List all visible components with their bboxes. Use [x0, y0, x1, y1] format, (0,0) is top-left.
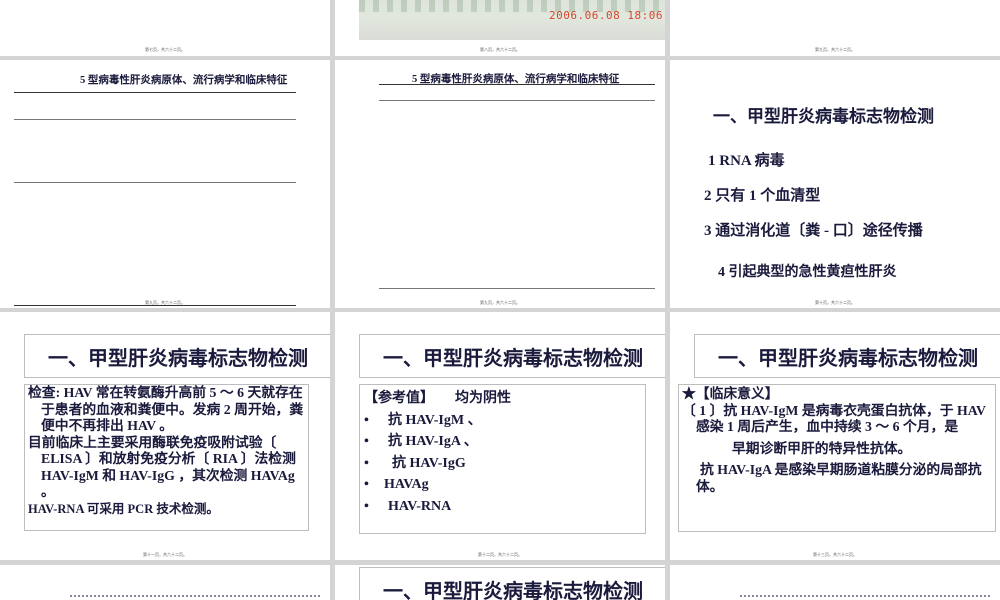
- page-number: 第九页，共六十二页。: [480, 300, 520, 305]
- slide-title: 一、甲型肝炎病毒标志物检测: [359, 334, 665, 378]
- page-number: 第九页，共六十二页。: [815, 47, 855, 52]
- list-item: • 抗 HAV-IgG: [364, 453, 645, 475]
- bullet-icon: •: [364, 455, 369, 471]
- divider: [14, 119, 296, 120]
- divider: [379, 288, 655, 289]
- slide-thumbnail[interactable]: 第九页，共六十二页。: [670, 0, 1000, 56]
- content-box: ★【临床意义】 〔 1 〕抗 HAV-IgM 是病毒衣壳蛋白抗体，于 HAV 感…: [678, 384, 996, 532]
- page-number: 第九页，共六十二页。: [145, 300, 185, 305]
- bullet-point: 2 只有 1 个血清型: [704, 188, 821, 204]
- divider: [379, 100, 655, 101]
- list-item: • 抗 HAV-IgM 、: [364, 410, 645, 432]
- bullet-icon: •: [364, 434, 369, 449]
- section-heading: ★【临床意义】: [682, 386, 779, 401]
- bullet-point: 1 RNA 病毒: [708, 153, 785, 169]
- slide-title: 一、甲型肝炎病毒标志物检测: [694, 334, 1000, 378]
- bullet-icon: •: [364, 477, 369, 492]
- paragraph: 早期诊断甲肝的特异性抗体。: [732, 440, 912, 456]
- page-number: 第八页，共六十二页。: [480, 47, 520, 52]
- slide-thumbnail[interactable]: 2006.06.08 18:06 第八页，共六十二页。: [335, 0, 665, 56]
- slide-title-cut: [740, 595, 990, 600]
- divider: [379, 84, 655, 85]
- reference-value: 均为阴性: [455, 391, 511, 406]
- slide-thumbnail[interactable]: 一、甲型肝炎病毒标志物检测: [335, 565, 665, 600]
- divider: [14, 92, 296, 93]
- page-number: 第十二页，共六十二页。: [478, 552, 522, 557]
- bullet-point: 4 引起典型的急性黄疸性肝炎: [718, 265, 897, 280]
- page-number: 第七页，共六十二页。: [145, 47, 185, 52]
- list-item: • HAVAg: [364, 474, 645, 496]
- bullet-point: 3 通过消化道〔粪 - 口〕途径传播: [704, 223, 923, 239]
- paragraph: 抗 HAV-IgA 是感染早期肠道粘膜分泌的局部抗体。: [696, 462, 982, 494]
- content-box: 检查: HAV 常在转氨酶升高前 5 ～ 6 天就存在于患者的血液和粪便中。发病…: [24, 384, 309, 531]
- bullet-icon: •: [364, 498, 369, 514]
- slide-title: 一、甲型肝炎病毒标志物检测: [713, 107, 934, 126]
- slide-thumbnail[interactable]: 第七页，共六十二页。: [0, 0, 330, 56]
- paragraph: 〔 1 〕抗 HAV-IgM 是病毒衣壳蛋白抗体，于 HAV 感染 1 周后产生…: [682, 402, 986, 435]
- page-number: 第十三页，共六十二页。: [813, 552, 857, 557]
- photo-image: 2006.06.08 18:06: [359, 0, 665, 40]
- slide-thumbnail[interactable]: 一、甲型肝炎病毒标志物检测 【参考值】 均为阴性 • 抗 HAV-IgM 、 • 抗…: [335, 312, 665, 560]
- slide-thumbnail[interactable]: [670, 565, 1000, 600]
- divider: [14, 182, 296, 183]
- paragraph: 目前临床上主要采用酶联免疫吸附试验〔 ELISA 〕和放射免疫分析〔 RIA 〕…: [28, 434, 296, 500]
- paragraph: 检查: HAV 常在转氨酶升高前 5 ～ 6 天就存在于患者的血液和粪便中。发病…: [28, 385, 304, 433]
- slide-thumbnail[interactable]: 一、甲型肝炎病毒标志物检测 ★【临床意义】 〔 1 〕抗 HAV-IgM 是病毒…: [670, 312, 1000, 560]
- slide-thumbnail[interactable]: 一、甲型肝炎病毒标志物检测 检查: HAV 常在转氨酶升高前 5 ～ 6 天就存…: [0, 312, 330, 560]
- slide-thumbnail[interactable]: 5 型病毒性肝炎病原体、流行病学和临床特征 第九页，共六十二页。: [335, 60, 665, 308]
- page-number: 第十页，共六十二页。: [815, 300, 855, 305]
- slide-title-cut: [70, 595, 320, 600]
- paragraph: HAV-RNA 可采用 PCR 技术检测。: [28, 501, 219, 516]
- slide-thumbnail[interactable]: 一、甲型肝炎病毒标志物检测 1 RNA 病毒 2 只有 1 个血清型 3 通过消…: [670, 60, 1000, 308]
- page-number: 第十一页，共六十二页。: [143, 552, 187, 557]
- slide-title: 5 型病毒性肝炎病原体、流行病学和临床特征: [80, 75, 288, 86]
- photo-timestamp: 2006.06.08 18:06: [549, 9, 663, 22]
- slide-thumbnail[interactable]: 5 型病毒性肝炎病原体、流行病学和临床特征 第九页，共六十二页。: [0, 60, 330, 308]
- slide-title: 一、甲型肝炎病毒标志物检测: [24, 334, 330, 378]
- content-box: 【参考值】 均为阴性 • 抗 HAV-IgM 、 • 抗 HAV-IgA 、 • 抗…: [359, 384, 646, 534]
- bullet-icon: •: [364, 412, 369, 428]
- slide-thumbnail[interactable]: [0, 565, 330, 600]
- list-item: • HAV-RNA: [364, 496, 645, 518]
- reference-line: 【参考值】 均为阴性: [364, 388, 645, 410]
- list-item: • 抗 HAV-IgA 、: [364, 431, 645, 453]
- reference-label: 【参考值】: [364, 391, 434, 406]
- slide-title: 一、甲型肝炎病毒标志物检测: [359, 567, 665, 600]
